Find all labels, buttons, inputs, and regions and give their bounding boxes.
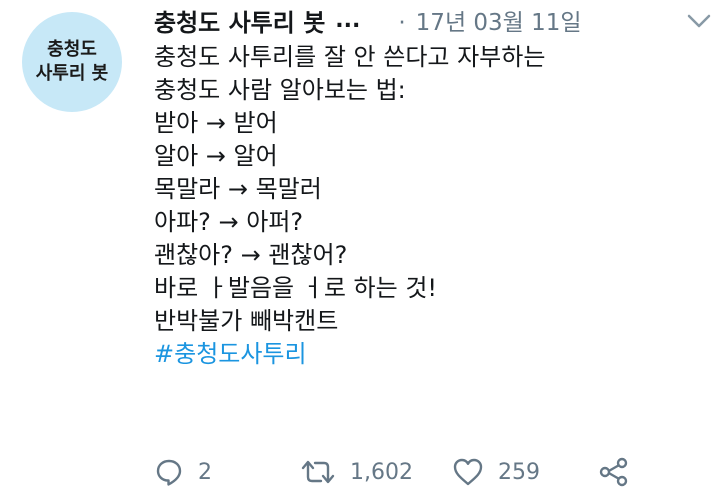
heart-icon bbox=[452, 457, 484, 487]
reply-button[interactable]: 2 bbox=[154, 457, 300, 487]
avatar-line-2: 사투리 봇 bbox=[35, 63, 109, 84]
tweet-actions: 2 1,602 259 bbox=[154, 452, 634, 492]
timestamp-date: 17년 03월 11일 bbox=[415, 10, 582, 36]
tweet-line: 받아 → 받어 bbox=[154, 109, 278, 137]
avatar[interactable]: 충청도 사투리 봇 bbox=[22, 12, 122, 112]
reply-count: 2 bbox=[198, 459, 212, 485]
hashtag-link[interactable]: #충청도사투리 bbox=[154, 338, 714, 371]
tweet-timestamp[interactable]: · 17년 03월 11일 bbox=[398, 3, 581, 37]
tweet-line: 반박불가 빼박캔트 bbox=[154, 307, 339, 335]
tweet-line: 아파? → 아퍼? bbox=[154, 208, 304, 236]
tweet-line: 괜찮아? → 괜찮어? bbox=[154, 241, 348, 269]
retweet-button[interactable]: 1,602 bbox=[300, 457, 452, 487]
tweet-header: 충청도 사투리 봇 ... · 17년 03월 11일 bbox=[154, 2, 714, 38]
reply-icon bbox=[154, 457, 184, 487]
tweet-line: 목말라 → 목말러 bbox=[154, 175, 322, 203]
author-name[interactable]: 충청도 사투리 봇 bbox=[154, 3, 325, 38]
chevron-down-icon[interactable] bbox=[684, 12, 714, 32]
tweet-line: 충청도 사투리를 잘 안 쓴다고 자부하는 bbox=[154, 43, 546, 71]
tweet-line: 알아 → 알어 bbox=[154, 142, 278, 170]
tweet-text: 충청도 사투리를 잘 안 쓴다고 자부하는 충청도 사람 알아보는 법: 받아 … bbox=[154, 41, 714, 371]
retweet-icon bbox=[300, 457, 336, 487]
timestamp-separator: · bbox=[398, 10, 406, 36]
tweet-line: 충청도 사람 알아보는 법: bbox=[154, 76, 406, 104]
like-count: 259 bbox=[498, 459, 540, 485]
author-name-ellipsis: ... bbox=[335, 7, 361, 33]
avatar-line-1: 충청도 bbox=[47, 39, 97, 60]
share-icon bbox=[598, 457, 630, 487]
tweet-line: 바로 ㅏ발음을 ㅓ로 하는 것! bbox=[154, 274, 438, 302]
retweet-count: 1,602 bbox=[350, 459, 413, 485]
share-button[interactable] bbox=[598, 457, 630, 487]
like-button[interactable]: 259 bbox=[452, 457, 598, 487]
